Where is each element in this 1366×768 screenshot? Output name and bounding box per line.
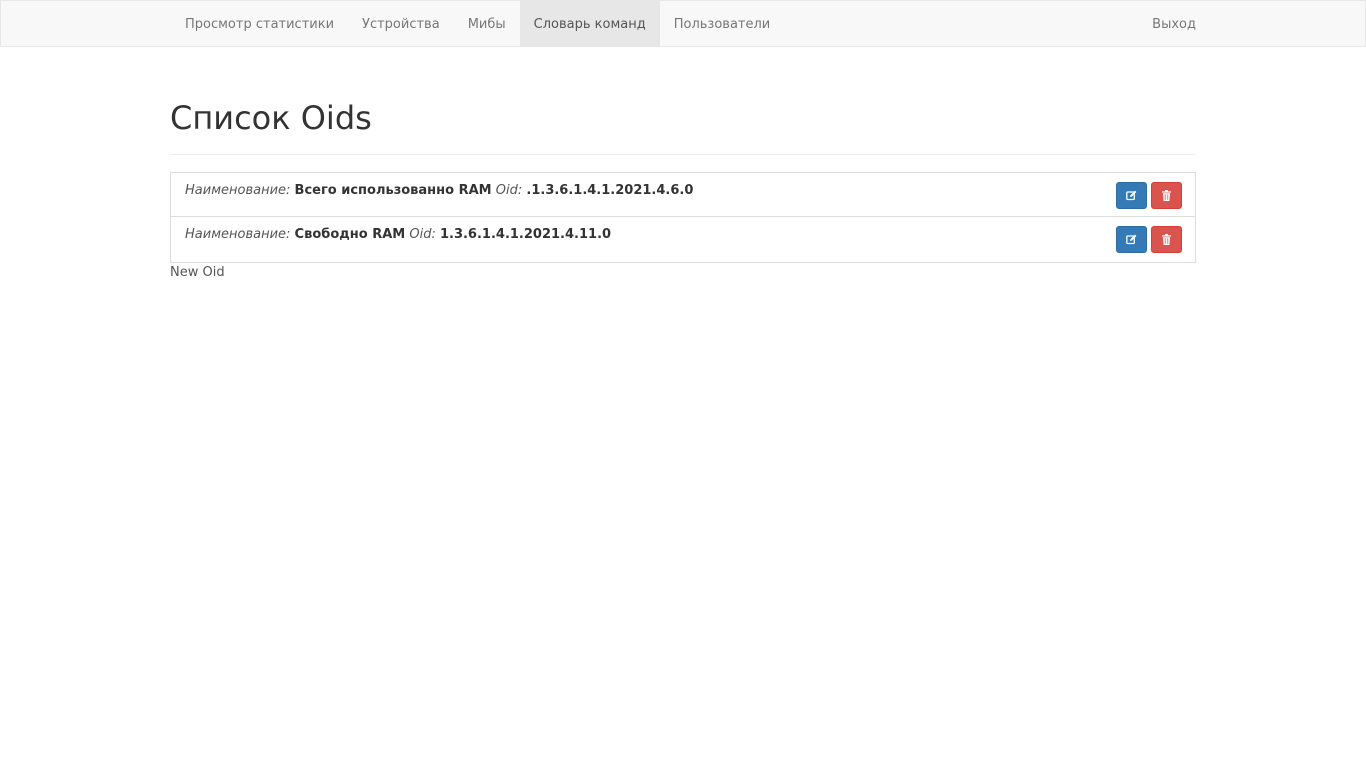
- oid-oid-value: 1.3.6.1.4.1.2021.4.11.0: [439, 227, 612, 242]
- oid-list-item: Наименование: Всего использованно RAM Oi…: [170, 172, 1196, 217]
- oid-name-label: Наименование:: [185, 227, 291, 242]
- nav-item-mibs[interactable]: Мибы: [454, 1, 520, 46]
- trash-icon: [1162, 234, 1171, 245]
- nav-item-command-dictionary[interactable]: Словарь команд: [519, 1, 660, 46]
- oid-actions: [1116, 226, 1182, 253]
- logout-link[interactable]: Выход: [1152, 1, 1196, 46]
- trash-icon: [1162, 190, 1171, 201]
- edit-oid-button[interactable]: [1116, 182, 1147, 209]
- oid-actions: [1116, 182, 1182, 209]
- new-oid-link[interactable]: New Oid: [170, 265, 225, 280]
- oid-name-label: Наименование:: [185, 183, 291, 198]
- oid-list: Наименование: Всего использованно RAM Oi…: [170, 172, 1196, 263]
- oid-oid-label: Oid:: [409, 227, 436, 242]
- top-navbar: Просмотр статистики Устройства Мибы Слов…: [0, 0, 1366, 47]
- oid-name-value: Свободно RAM: [294, 227, 406, 242]
- nav-item-users[interactable]: Пользователи: [660, 1, 785, 46]
- oid-description: Наименование: Всего использованно RAM Oi…: [185, 183, 693, 198]
- oid-oid-label: Oid:: [495, 183, 523, 198]
- oid-name-value: Всего использованно RAM: [294, 183, 492, 198]
- delete-oid-button[interactable]: [1151, 226, 1182, 253]
- oid-description: Наименование: Свободно RAM Oid: 1.3.6.1.…: [185, 227, 611, 242]
- edit-icon: [1126, 234, 1137, 245]
- oid-list-item: Наименование: Свободно RAM Oid: 1.3.6.1.…: [170, 217, 1196, 263]
- oid-oid-value: .1.3.6.1.4.1.2021.4.6.0: [526, 183, 694, 198]
- edit-oid-button[interactable]: [1116, 226, 1147, 253]
- edit-icon: [1126, 190, 1137, 201]
- main-nav: Просмотр статистики Устройства Мибы Слов…: [171, 1, 784, 46]
- nav-item-statistics[interactable]: Просмотр статистики: [171, 1, 348, 46]
- page-title: Список Oids: [170, 97, 1196, 155]
- delete-oid-button[interactable]: [1151, 182, 1182, 209]
- nav-item-devices[interactable]: Устройства: [348, 1, 454, 46]
